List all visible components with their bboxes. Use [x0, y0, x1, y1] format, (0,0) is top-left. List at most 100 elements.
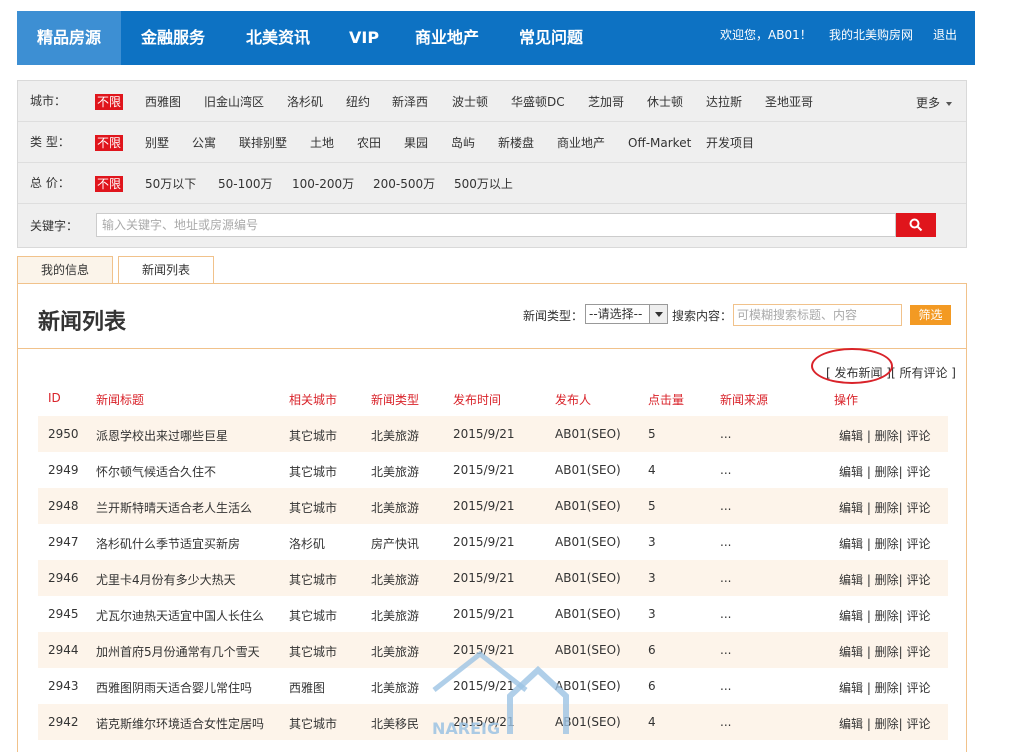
type-option[interactable]: 别墅: [145, 135, 169, 151]
type-option[interactable]: 农田: [357, 135, 381, 151]
keyword-search-input[interactable]: 输入关键字、地址或房源编号: [96, 213, 896, 237]
cell-clicks: 5: [648, 499, 656, 513]
chevron-down-icon: [946, 101, 952, 106]
price-option[interactable]: 200-500万: [373, 176, 435, 192]
cell-date: 2015/9/21: [453, 463, 515, 477]
cell-title[interactable]: 尤瓦尔迪热天适宜中国人长住么: [96, 607, 264, 624]
cell-date: 2015/9/21: [453, 715, 515, 729]
tab-news-list[interactable]: 新闻列表: [118, 256, 214, 284]
price-option[interactable]: 100-200万: [292, 176, 354, 192]
type-option[interactable]: 公寓: [192, 135, 216, 151]
cell-author: AB01(SEO): [555, 607, 621, 621]
cell-type: 北美移民: [371, 717, 420, 731]
row-actions[interactable]: 编辑 | 删除| 评论: [839, 607, 931, 624]
type-option[interactable]: Off-Market: [628, 135, 691, 151]
city-option[interactable]: 圣地亚哥: [765, 94, 813, 110]
cell-clicks: 4: [648, 715, 656, 729]
cell-source: ...: [720, 535, 732, 549]
more-cities-dropdown[interactable]: 更多: [916, 94, 952, 111]
price-option[interactable]: 50万以下: [145, 176, 196, 192]
logout-link[interactable]: 退出: [933, 11, 957, 65]
cell-city: 其它城市: [289, 429, 338, 443]
column-header: 发布时间: [453, 393, 502, 407]
price-option[interactable]: 500万以上: [454, 176, 513, 192]
tab-my-info[interactable]: 我的信息: [17, 256, 113, 284]
column-header: 发布人: [555, 393, 592, 407]
row-actions[interactable]: 编辑 | 删除| 评论: [839, 499, 931, 516]
cell-city: 其它城市: [289, 609, 338, 623]
row-actions[interactable]: 编辑 | 删除| 评论: [839, 427, 931, 444]
cell-title[interactable]: 怀尔顿气候适合久住不: [96, 463, 216, 480]
my-account-link[interactable]: 我的北美购房网: [829, 11, 913, 65]
cell-city: 其它城市: [289, 717, 338, 731]
more-label: 更多: [915, 96, 940, 110]
news-type-select[interactable]: --请选择--: [585, 304, 668, 324]
row-actions[interactable]: 编辑 | 删除| 评论: [839, 571, 931, 588]
city-option[interactable]: 旧金山湾区: [204, 94, 264, 110]
city-option-any[interactable]: 不限: [95, 94, 124, 110]
row-actions[interactable]: 编辑 | 删除| 评论: [839, 535, 931, 552]
cell-title[interactable]: 诺克斯维尔环境适合女性定居吗: [96, 715, 264, 732]
highlight-circle: [811, 348, 893, 384]
divider: [18, 348, 966, 349]
table-header: ID 新闻标题 相关城市 新闻类型 发布时间 发布人 点击量 新闻来源 操作: [38, 387, 948, 409]
nav-item-commercial[interactable]: 商业地产: [395, 11, 499, 65]
content-search-input[interactable]: 可模糊搜索标题、内容: [733, 304, 902, 326]
type-filter-row: 类 型： 不限 别墅 公寓 联排别墅 土地 农田 果园 岛屿 新楼盘 商业地产 …: [18, 122, 966, 163]
price-option-any[interactable]: 不限: [95, 176, 124, 192]
cell-id: 2946: [48, 571, 79, 585]
cell-title[interactable]: 派恩学校出来过哪些巨星: [96, 427, 228, 444]
cell-type: 北美旅游: [371, 429, 420, 443]
city-option[interactable]: 休士顿: [647, 94, 683, 110]
city-option[interactable]: 芝加哥: [588, 94, 624, 110]
type-option[interactable]: 新楼盘: [498, 135, 534, 151]
row-actions[interactable]: 编辑 | 删除| 评论: [839, 463, 931, 480]
table-row: 2947 洛杉矶什么季节适宜买新房 洛杉矶 房产快讯 2015/9/21 AB01(SEO…: [38, 524, 948, 560]
cell-title[interactable]: 兰开斯特晴天适合老人生活么: [96, 499, 252, 516]
type-option[interactable]: 岛屿: [451, 135, 475, 151]
news-type-label: 新闻类型：: [523, 309, 584, 323]
cell-title[interactable]: 尤里卡4月份有多少大热天: [96, 571, 236, 588]
type-option-any[interactable]: 不限: [95, 135, 124, 151]
welcome-text: 欢迎您，AB01！: [720, 28, 812, 42]
city-option[interactable]: 新泽西: [392, 94, 428, 110]
type-option[interactable]: 开发项目: [706, 135, 754, 151]
column-header: ID: [48, 391, 61, 405]
type-option[interactable]: 商业地产: [557, 135, 605, 151]
cell-type: 房产快讯: [371, 537, 420, 551]
city-option[interactable]: 洛杉矶: [287, 94, 323, 110]
row-actions[interactable]: 编辑 | 删除| 评论: [839, 679, 931, 696]
row-actions[interactable]: 编辑 | 删除| 评论: [839, 643, 931, 660]
cell-id: 2947: [48, 535, 79, 549]
cell-city: 西雅图: [289, 681, 326, 695]
cell-title[interactable]: 加州首府5月份通常有几个雪天: [96, 643, 260, 660]
nav-item-finance[interactable]: 金融服务: [121, 11, 225, 65]
table-row: 2943 西雅图阴雨天适合婴儿常住吗 西雅图 北美旅游 2015/9/21 AB01(SE…: [38, 668, 948, 704]
type-option[interactable]: 联排别墅: [239, 135, 287, 151]
price-option[interactable]: 50-100万: [218, 176, 273, 192]
cell-city: 洛杉矶: [289, 537, 326, 551]
city-option[interactable]: 华盛顿DC: [511, 94, 565, 110]
cell-type: 北美旅游: [371, 681, 420, 695]
cell-title[interactable]: 西雅图阴雨天适合婴儿常住吗: [96, 679, 252, 696]
type-option[interactable]: 果园: [404, 135, 428, 151]
nav-item-vip[interactable]: VIP: [329, 11, 399, 65]
search-button[interactable]: [896, 213, 936, 237]
city-option[interactable]: 纽约: [346, 94, 370, 110]
nav-item-news[interactable]: 北美资讯: [226, 11, 330, 65]
cell-author: AB01(SEO): [555, 643, 621, 657]
type-option[interactable]: 土地: [310, 135, 334, 151]
city-option[interactable]: 西雅图: [145, 94, 181, 110]
cell-source: ...: [720, 427, 732, 441]
cell-date: 2015/9/21: [453, 427, 515, 441]
city-option[interactable]: 波士顿: [452, 94, 488, 110]
cell-title[interactable]: 洛杉矶什么季节适宜买新房: [96, 535, 240, 552]
city-option[interactable]: 达拉斯: [706, 94, 742, 110]
column-header: 新闻类型: [371, 393, 420, 407]
filter-button[interactable]: 筛选: [910, 305, 951, 325]
nav-item-listings[interactable]: 精品房源: [17, 11, 122, 65]
nav-item-faq[interactable]: 常见问题: [499, 11, 603, 65]
cell-clicks: 6: [648, 643, 656, 657]
cell-city: 其它城市: [289, 573, 338, 587]
row-actions[interactable]: 编辑 | 删除| 评论: [839, 715, 931, 732]
